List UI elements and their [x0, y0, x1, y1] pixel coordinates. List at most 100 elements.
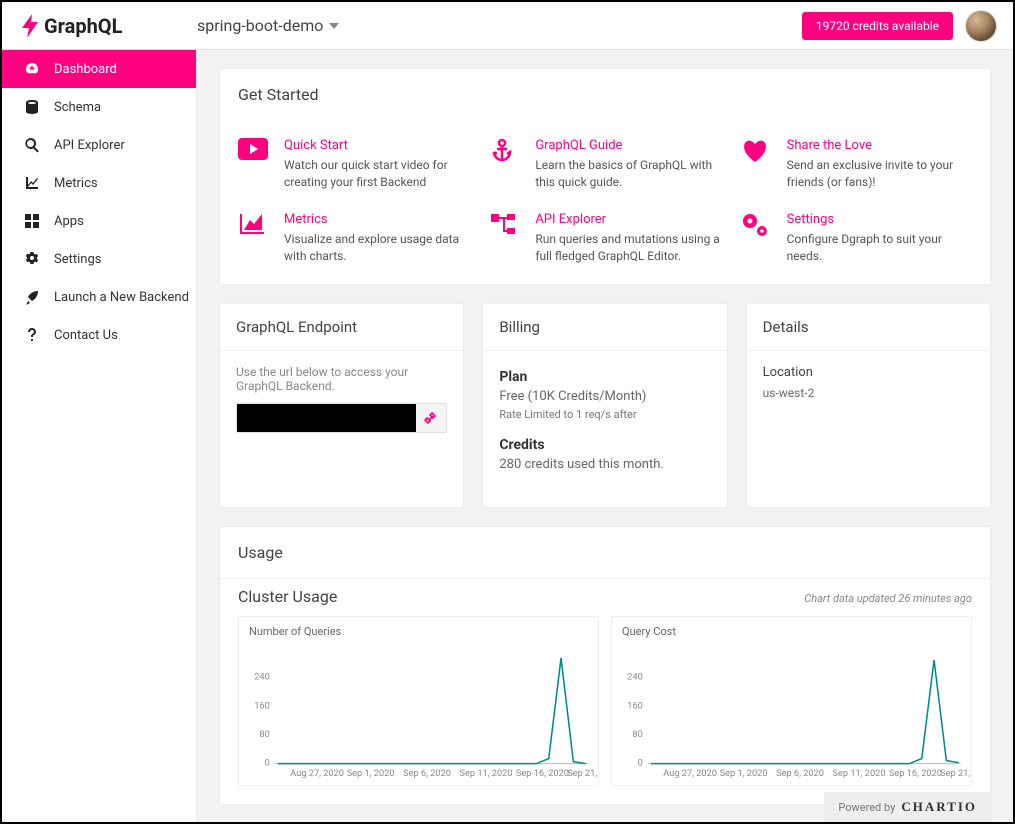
svg-text:Sep 16, 2020: Sep 16, 2020 [889, 768, 942, 779]
endpoint-copy-button[interactable] [416, 404, 446, 432]
question-icon [24, 327, 40, 343]
svg-text:80: 80 [259, 729, 269, 740]
sidebar-item-dashboard[interactable]: Dashboard [2, 50, 196, 88]
endpoint-url-input[interactable] [237, 404, 416, 432]
gs-title: Quick Start [284, 138, 469, 153]
search-icon [24, 137, 40, 153]
gs-desc: Watch our quick start video for creating… [284, 157, 469, 192]
svg-text:Aug 27, 2020: Aug 27, 2020 [663, 768, 717, 779]
brand-text: GraphQL [44, 14, 122, 38]
svg-text:240: 240 [254, 671, 270, 682]
sidebar-item-metrics[interactable]: Metrics [2, 164, 196, 202]
gs-guide[interactable]: GraphQL Guide Learn the basics of GraphQL… [489, 138, 720, 192]
plan-value: Free (10K Credits/Month) [499, 389, 710, 404]
svg-text:0: 0 [638, 757, 643, 768]
sidebar-item-label: Metrics [54, 176, 98, 191]
topbar: GraphQL spring-boot-demo 19720 credits a… [2, 2, 1013, 50]
svg-text:Sep 1, 2020: Sep 1, 2020 [347, 768, 395, 779]
plan-note: Rate Limited to 1 req/s after [499, 408, 710, 421]
heart-icon [741, 138, 773, 170]
sidebar-item-label: Settings [54, 252, 101, 267]
svg-text:Sep 1, 2020: Sep 1, 2020 [720, 768, 768, 779]
cluster-usage-title: Cluster Usage [238, 587, 337, 606]
gs-desc: Run queries and mutations using a full f… [535, 231, 720, 266]
billing-title: Billing [483, 304, 726, 351]
chart-query-cost: Query Cost 0 80 160 240 Aug 27, 2020 [611, 616, 972, 786]
powered-by-badge[interactable]: Powered by CHARTIO [824, 792, 991, 822]
sidebar-item-api-explorer[interactable]: API Explorer [2, 126, 196, 164]
play-video-icon [238, 138, 270, 170]
sidebar-item-settings[interactable]: Settings [2, 240, 196, 278]
svg-text:Sep 16, 2020: Sep 16, 2020 [516, 768, 569, 779]
project-switcher[interactable]: spring-boot-demo [197, 16, 339, 35]
gs-desc: Configure Dgraph to suit your needs. [787, 231, 972, 266]
gs-settings[interactable]: Settings Configure Dgraph to suit your ne… [741, 212, 972, 266]
gs-title: API Explorer [535, 212, 720, 227]
gs-share[interactable]: Share the Love Send an exclusive invite t… [741, 138, 972, 192]
chart-area-icon [238, 212, 270, 244]
rocket-icon [24, 289, 40, 305]
location-label: Location [763, 365, 974, 380]
sidebar-item-label: Apps [54, 214, 84, 229]
svg-text:0: 0 [265, 757, 270, 768]
svg-text:Sep 6, 2020: Sep 6, 2020 [403, 768, 451, 779]
sidebar-item-label: Schema [54, 100, 101, 115]
sidebar-item-contact[interactable]: Contact Us [2, 316, 196, 354]
get-started-card: Get Started Quick Start Watch our quick s… [219, 68, 991, 285]
main-content: Get Started Quick Start Watch our quick s… [197, 50, 1013, 822]
gs-api-explorer[interactable]: API Explorer Run queries and mutations us… [489, 212, 720, 266]
sidebar-item-apps[interactable]: Apps [2, 202, 196, 240]
gs-desc: Send an exclusive invite to your friends… [787, 157, 972, 192]
location-value: us-west-2 [763, 386, 974, 400]
powered-by-prefix: Powered by [838, 801, 895, 814]
credits-label: Credits [499, 437, 710, 453]
gs-title: GraphQL Guide [535, 138, 720, 153]
chart-number-of-queries: Number of Queries 0 80 160 240 Aug 27, 2… [238, 616, 599, 786]
caret-down-icon [329, 23, 339, 29]
endpoint-help: Use the url below to access your GraphQL… [236, 365, 447, 393]
usage-card: Usage Cluster Usage Chart data updated 2… [219, 526, 991, 805]
endpoint-title: GraphQL Endpoint [220, 304, 463, 351]
chart-svg: 0 80 160 240 Aug 27, 2020 Sep 1, 2020 Se… [239, 617, 598, 791]
chart-svg: 0 80 160 240 Aug 27, 2020 Sep 1, 2020 Se… [612, 617, 971, 791]
gs-desc: Visualize and explore usage data with ch… [284, 231, 469, 266]
svg-text:Sep 11, 2020: Sep 11, 2020 [833, 768, 886, 779]
gs-quick-start[interactable]: Quick Start Watch our quick start video f… [238, 138, 469, 192]
cluster-updated: Chart data updated 26 minutes ago [804, 592, 972, 605]
svg-text:Sep 21, 2020: Sep 21, 2020 [940, 768, 971, 779]
bolt-icon [20, 14, 40, 38]
svg-text:80: 80 [632, 729, 642, 740]
anchor-icon [489, 138, 521, 170]
gauge-icon [24, 61, 40, 77]
cogs-icon [741, 212, 773, 244]
gs-desc: Learn the basics of GraphQL with this qu… [535, 157, 720, 192]
gs-title: Settings [787, 212, 972, 227]
gs-title: Share the Love [787, 138, 972, 153]
sidebar-item-launch[interactable]: Launch a New Backend [2, 278, 196, 316]
sidebar-item-label: Launch a New Backend [54, 290, 189, 305]
details-title: Details [747, 304, 990, 351]
get-started-title: Get Started [220, 69, 990, 120]
svg-text:Sep 11, 2020: Sep 11, 2020 [460, 768, 513, 779]
billing-panel: Billing Plan Free (10K Credits/Month) Ra… [482, 303, 727, 508]
link-icon [424, 411, 438, 425]
brand-logo[interactable]: GraphQL [2, 14, 197, 38]
credits-pill[interactable]: 19720 credits available [802, 12, 953, 40]
plan-label: Plan [499, 369, 710, 385]
project-name: spring-boot-demo [197, 16, 323, 35]
svg-text:Sep 6, 2020: Sep 6, 2020 [776, 768, 824, 779]
endpoint-panel: GraphQL Endpoint Use the url below to ac… [219, 303, 464, 508]
gs-metrics[interactable]: MetricsVisualize and explore usage data … [238, 212, 469, 266]
sidebar: Dashboard Schema API Explorer Metrics Ap… [2, 50, 197, 822]
database-icon [24, 99, 40, 115]
sidebar-item-label: Dashboard [54, 62, 117, 77]
credits-text: 19720 credits available [816, 19, 939, 33]
svg-text:Aug 27, 2020: Aug 27, 2020 [290, 768, 344, 779]
diagram-icon [489, 212, 521, 244]
avatar[interactable] [965, 10, 997, 42]
svg-text:160: 160 [254, 700, 270, 711]
grid-icon [24, 213, 40, 229]
sidebar-item-label: Contact Us [54, 328, 118, 343]
svg-text:160: 160 [627, 700, 643, 711]
sidebar-item-schema[interactable]: Schema [2, 88, 196, 126]
